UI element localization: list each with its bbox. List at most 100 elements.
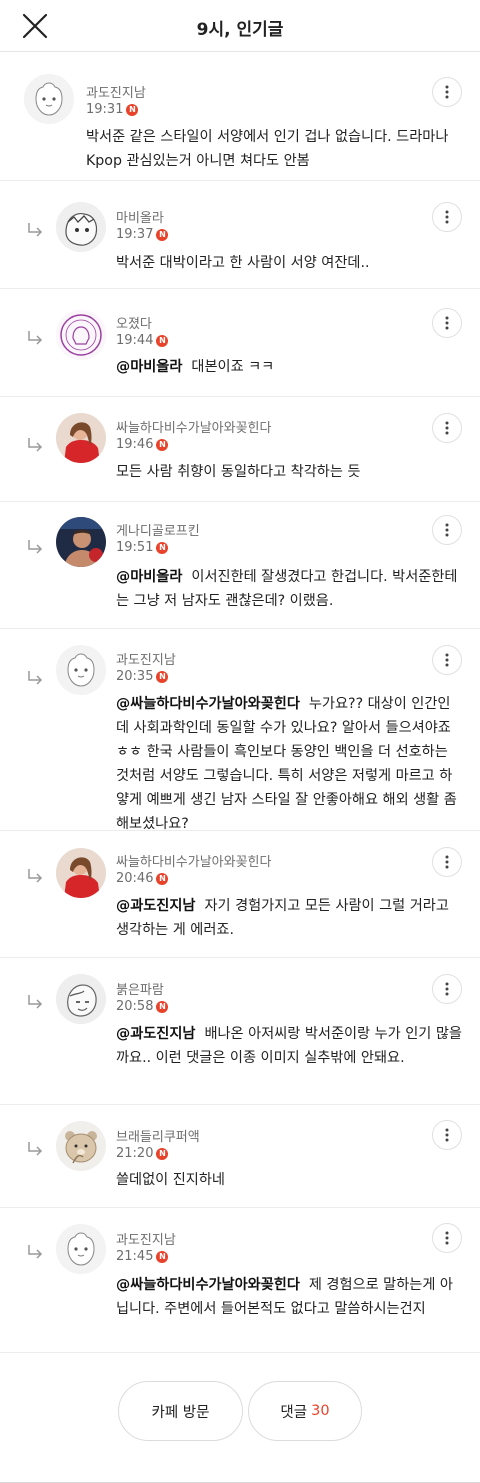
new-badge: N bbox=[156, 1148, 169, 1160]
reply-item: 붉은파람 20:58 N @과도진지남 배나온 아저씨랑 박서준이랑 누가 인기 많… bbox=[0, 959, 480, 1105]
avatar[interactable] bbox=[56, 310, 106, 360]
new-badge: N bbox=[156, 335, 169, 347]
cafe-visit-label: 카페 방문 bbox=[151, 1404, 210, 1421]
more-options-button[interactable] bbox=[432, 515, 462, 545]
nickname[interactable]: 게나디골로프킨 bbox=[116, 520, 200, 539]
more-options-button[interactable] bbox=[432, 202, 462, 232]
comment-text: @과도진지남 배나온 아저씨랑 박서준이랑 누가 인기 많을까요.. 이런 댓글은… bbox=[116, 1022, 462, 1070]
nickname[interactable]: 과도진지남 bbox=[86, 82, 146, 101]
reply-item: 싸늘하다비수가날아와꽂힌다 19:46 N 모든 사람 취향이 동일하다고 착각하… bbox=[0, 398, 480, 502]
new-badge: N bbox=[156, 671, 169, 683]
default-face-icon bbox=[56, 645, 106, 695]
avatar[interactable] bbox=[56, 848, 106, 898]
comments-label: 댓글 bbox=[280, 1404, 308, 1421]
time-text: 20:46 bbox=[116, 871, 154, 886]
nickname[interactable]: 과도진지남 bbox=[116, 1229, 176, 1248]
comment-time: 19:46 N bbox=[116, 437, 169, 452]
more-vertical-icon bbox=[445, 1231, 449, 1245]
comment-text: @과도진지남 자기 경험가지고 모든 사람이 그럴 거라고 생각하는 게 에러죠. bbox=[116, 894, 462, 942]
more-options-button[interactable] bbox=[432, 847, 462, 877]
time-text: 19:46 bbox=[116, 437, 154, 452]
nickname[interactable]: 과도진지남 bbox=[116, 649, 176, 668]
nickname[interactable]: 싸늘하다비수가날아와꽂힌다 bbox=[116, 417, 271, 436]
new-badge: N bbox=[156, 439, 169, 451]
sketch-face-icon bbox=[56, 202, 106, 252]
time-text: 21:45 bbox=[116, 1249, 154, 1264]
more-options-button[interactable] bbox=[432, 974, 462, 1004]
avatar[interactable] bbox=[56, 974, 106, 1024]
reply-arrow-icon bbox=[26, 435, 46, 455]
comment-body: 박서준 대박이라고 한 사람이 서양 여잔데.. bbox=[116, 255, 370, 271]
avatar[interactable] bbox=[56, 517, 106, 567]
cafe-visit-button[interactable]: 카페 방문 bbox=[118, 1381, 243, 1441]
more-options-button[interactable] bbox=[432, 1223, 462, 1253]
more-vertical-icon bbox=[445, 85, 449, 99]
comments-button[interactable]: 댓글 30 bbox=[248, 1381, 362, 1441]
time-text: 19:37 bbox=[116, 227, 154, 242]
more-vertical-icon bbox=[445, 523, 449, 537]
avatar[interactable] bbox=[56, 1121, 106, 1171]
comment-time: 19:31 N bbox=[86, 102, 139, 117]
comment-text: 박서준 대박이라고 한 사람이 서양 여잔데.. bbox=[116, 251, 462, 275]
time-text: 20:58 bbox=[116, 999, 154, 1014]
avatar[interactable] bbox=[56, 645, 106, 695]
more-vertical-icon bbox=[445, 316, 449, 330]
comment-text: @마비올라 이서진한테 잘생겼다고 한겁니다. 박서준한테는 그냥 저 남자도 괜… bbox=[116, 565, 462, 613]
more-options-button[interactable] bbox=[432, 413, 462, 443]
nickname[interactable]: 브래들리쿠퍼액 bbox=[116, 1126, 200, 1145]
nickname[interactable]: 마비올라 bbox=[116, 207, 164, 226]
top-bar: 9시, 인기글 bbox=[0, 0, 480, 52]
reply-item: 오졌다 19:44 N @마비올라 대본이죠 ㅋㅋ bbox=[0, 290, 480, 397]
more-vertical-icon bbox=[445, 653, 449, 667]
more-vertical-icon bbox=[445, 210, 449, 224]
mention-link[interactable]: @과도진지남 bbox=[116, 1026, 195, 1042]
comment-body: 누가요?? 대상이 인간인데 사회과학인데 동일할 수가 있나요? 알아서 들으… bbox=[116, 696, 457, 832]
nickname[interactable]: 싸늘하다비수가날아와꽂힌다 bbox=[116, 851, 271, 870]
comments-count: 30 bbox=[311, 1403, 330, 1419]
comment-text: @싸늘하다비수가날아와꽂힌다 제 경험으로 말하는게 아닙니다. 주변에서 들어본… bbox=[116, 1273, 462, 1321]
reply-item: 브래들리쿠퍼액 21:20 N 쓸데없이 진지하네 bbox=[0, 1106, 480, 1208]
reply-arrow-icon bbox=[26, 328, 46, 348]
more-options-button[interactable] bbox=[432, 645, 462, 675]
default-face-icon bbox=[56, 1224, 106, 1274]
more-vertical-icon bbox=[445, 421, 449, 435]
avatar[interactable] bbox=[56, 1224, 106, 1274]
mention-link[interactable]: @싸늘하다비수가날아와꽂힌다 bbox=[116, 696, 300, 712]
reply-item: 게나디골로프킨 19:51 N @마비올라 이서진한테 잘생겼다고 한겁니다. 박서… bbox=[0, 503, 480, 629]
avatar[interactable] bbox=[24, 74, 74, 124]
avatar[interactable] bbox=[56, 202, 106, 252]
reply-arrow-icon bbox=[26, 992, 46, 1012]
reply-item: 마비올라 19:37 N 박서준 대박이라고 한 사람이 서양 여잔데.. bbox=[0, 182, 480, 289]
mention-link[interactable]: @마비올라 bbox=[116, 359, 182, 375]
comment-body: 박서준 같은 스타일이 서양에서 인기 겁나 없습니다. 드라마나 Kpop 관… bbox=[86, 129, 449, 169]
comment-text: 모든 사람 취향이 동일하다고 착각하는 듯 bbox=[116, 460, 462, 484]
sketch-face-2-icon bbox=[56, 974, 106, 1024]
time-text: 21:20 bbox=[116, 1146, 154, 1161]
time-text: 19:44 bbox=[116, 333, 154, 348]
reply-arrow-icon bbox=[26, 220, 46, 240]
comment-body: 대본이죠 ㅋㅋ bbox=[191, 359, 275, 375]
more-options-button[interactable] bbox=[432, 308, 462, 338]
page-title: 9시, 인기글 bbox=[196, 20, 284, 40]
new-badge: N bbox=[126, 104, 139, 116]
new-badge: N bbox=[156, 542, 169, 554]
reply-item: 과도진지남 21:45 N @싸늘하다비수가날아와꽂힌다 제 경험으로 말하는게 아… bbox=[0, 1209, 480, 1353]
mention-link[interactable]: @싸늘하다비수가날아와꽂힌다 bbox=[116, 1277, 300, 1293]
mention-link[interactable]: @과도진지남 bbox=[116, 898, 195, 914]
avatar[interactable] bbox=[56, 413, 106, 463]
mention-link[interactable]: @마비올라 bbox=[116, 569, 182, 585]
reply-item: 과도진지남 20:35 N @싸늘하다비수가날아와꽂힌다 누가요?? 대상이 인간인… bbox=[0, 630, 480, 832]
more-vertical-icon bbox=[445, 855, 449, 869]
comment-text: 박서준 같은 스타일이 서양에서 인기 겁나 없습니다. 드라마나 Kpop 관… bbox=[86, 125, 462, 173]
new-badge: N bbox=[156, 1251, 169, 1263]
boxer-photo-icon bbox=[56, 517, 106, 567]
new-badge: N bbox=[156, 873, 169, 885]
more-options-button[interactable] bbox=[432, 1120, 462, 1150]
reply-arrow-icon bbox=[26, 1139, 46, 1159]
more-vertical-icon bbox=[445, 982, 449, 996]
comment-time: 19:51 N bbox=[116, 540, 169, 555]
comment-time: 21:20 N bbox=[116, 1146, 169, 1161]
more-options-button[interactable] bbox=[432, 77, 462, 107]
nickname[interactable]: 붉은파람 bbox=[116, 979, 164, 998]
nickname[interactable]: 오졌다 bbox=[116, 313, 152, 332]
